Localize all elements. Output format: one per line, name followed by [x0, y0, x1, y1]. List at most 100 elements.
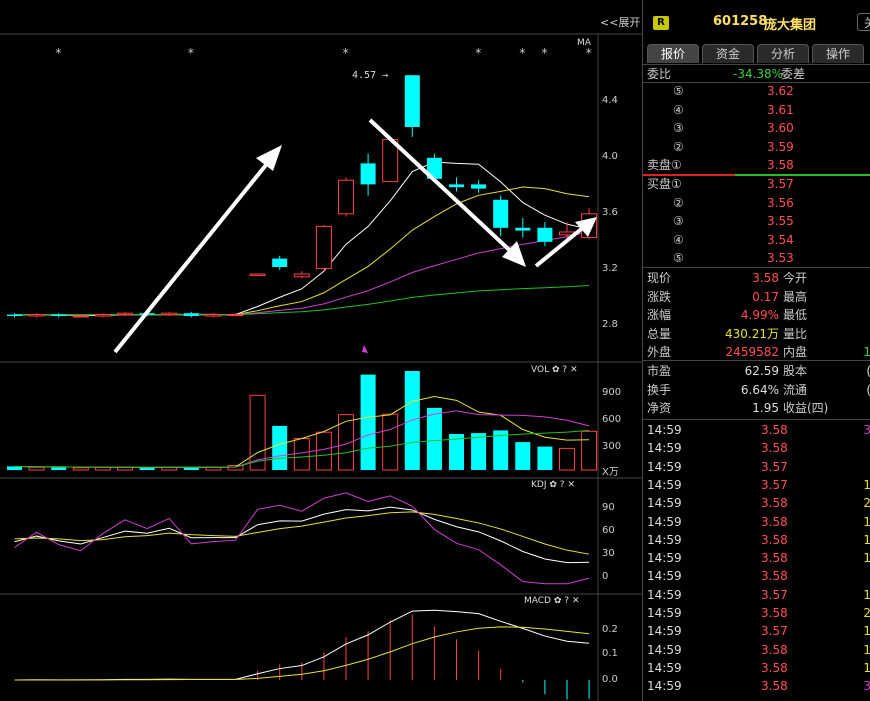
- gear-icon[interactable]: ✿: [554, 596, 562, 606]
- bid-level-label: ④: [673, 232, 684, 247]
- tick-time: 14:59: [647, 660, 682, 675]
- quote-label: 现价: [647, 271, 672, 285]
- tick-row: 14:59 3.58 2: [643, 494, 870, 512]
- close-panel-button[interactable]: 关: [857, 13, 870, 31]
- close-icon[interactable]: ✕: [567, 480, 575, 490]
- tick-time: 14:59: [647, 587, 682, 602]
- bid-row: ④ 3.54: [643, 231, 870, 249]
- tab-analysis[interactable]: 分析: [757, 44, 809, 63]
- tick-price: 3.58: [761, 606, 788, 620]
- fund-value: 62.59: [744, 364, 779, 378]
- fundamental-row: 净资 1.95 收益(四): [643, 399, 870, 417]
- volume-bar: [537, 446, 553, 470]
- gear-icon[interactable]: ✿: [549, 480, 557, 490]
- candle-body: [471, 184, 487, 189]
- candle-body: [537, 227, 553, 242]
- fund-label2: 流通: [783, 382, 808, 397]
- chart-area[interactable]: <<展开 * * * * * * * MA 4.57 → 4.4 4.0 3.6 3.2 2…: [0, 0, 642, 701]
- quote-label2: 量比: [783, 326, 808, 341]
- fund-label2: 股本: [783, 364, 808, 378]
- candle-body: [293, 273, 310, 278]
- ask-row: ③ 3.60: [643, 119, 870, 137]
- fundamental-row: 换手 6.64% 流通 (: [643, 381, 870, 399]
- tab-quote[interactable]: 报价: [647, 44, 699, 63]
- star-marker: *: [342, 46, 349, 60]
- ask-row: ⑤ 3.62: [643, 82, 870, 100]
- tick-row: 14:59 3.58: [643, 567, 870, 585]
- candle-body: [272, 258, 288, 267]
- tick-volume: 1: [863, 514, 870, 529]
- tab-operate[interactable]: 操作: [812, 44, 864, 63]
- candle-body: [94, 314, 111, 317]
- vol-unit-label: X万: [602, 467, 619, 478]
- ask-level-label: ⑤: [673, 84, 684, 98]
- volume-bar: [404, 371, 420, 470]
- bid-price: 3.54: [767, 232, 794, 247]
- tick-row: 14:59 3.58 3: [643, 421, 870, 439]
- order-ratio-label: 委比: [647, 67, 672, 81]
- candle-body: [117, 312, 133, 316]
- volume-bar: [559, 447, 575, 471]
- tick-time: 14:59: [647, 441, 682, 456]
- candle-body: [28, 314, 45, 317]
- tick-price: 3.58: [761, 642, 788, 657]
- quote-panel: R 601258 庞大集团 关 报价 资金 分析 操作 委比 -34.38% 委…: [642, 0, 870, 701]
- star-marker: *: [585, 46, 592, 60]
- tick-time: 14:59: [647, 569, 682, 584]
- bid-level-label: ⑤: [673, 251, 684, 265]
- help-icon[interactable]: ?: [564, 596, 569, 606]
- candle-body: [51, 314, 67, 316]
- quote-row: 外盘 2459582 内盘 1: [643, 343, 870, 361]
- fund-value: 6.64%: [740, 382, 779, 397]
- close-icon[interactable]: ✕: [570, 365, 578, 375]
- quote-row: 涨跌 0.17 最高: [643, 288, 870, 306]
- candle-body: [360, 163, 376, 185]
- tick-row: 14:59 3.57 1: [643, 476, 870, 494]
- gear-icon[interactable]: ✿: [552, 365, 560, 375]
- candle-body: [183, 313, 199, 316]
- quote-label2: 内盘: [783, 345, 808, 359]
- volume-bar: [426, 407, 442, 470]
- tick-price: 3.58: [761, 441, 788, 456]
- volume-bar: [471, 433, 487, 470]
- r-badge[interactable]: R: [653, 16, 669, 30]
- fund-value2: (: [866, 381, 870, 399]
- tick-price: 3.57: [761, 459, 788, 474]
- close-icon[interactable]: ✕: [572, 596, 580, 606]
- fund-label: 净资: [647, 401, 672, 415]
- volume-bar: [581, 430, 598, 471]
- vol-axis-tick: 600: [602, 414, 622, 425]
- fund-label2: 收益(四): [783, 401, 829, 415]
- tick-volume: 2: [863, 606, 870, 620]
- macd-axis-tick: 0.0: [602, 674, 618, 685]
- order-ratio-value: -34.38%: [733, 67, 784, 81]
- quote-value: 430.21万: [725, 326, 779, 341]
- volume-bar: [272, 425, 288, 470]
- ask-level-label: 卖盘①: [647, 158, 682, 172]
- tick-price: 3.58: [761, 496, 788, 511]
- help-icon[interactable]: ?: [560, 480, 565, 490]
- price-axis-tick: 3.2: [602, 263, 618, 274]
- help-icon[interactable]: ?: [562, 365, 567, 375]
- quote-label: 涨幅: [647, 308, 672, 322]
- tick-volume: 3: [863, 679, 870, 694]
- kdj-axis-tick: 30: [602, 548, 615, 559]
- quote-row: 现价 3.58 今开: [643, 269, 870, 287]
- vol-axis-tick: 300: [602, 441, 622, 452]
- candle-body: [227, 314, 244, 317]
- tick-row: 14:59 3.58 1: [643, 531, 870, 549]
- tick-time: 14:59: [647, 532, 682, 547]
- bid-price: 3.56: [767, 195, 794, 210]
- volume-bar: [72, 467, 89, 471]
- quote-value: 0.17: [752, 289, 779, 304]
- tick-row: 14:59 3.58: [643, 439, 870, 457]
- tab-funds[interactable]: 资金: [702, 44, 754, 63]
- tick-price: 3.57: [761, 587, 788, 602]
- bid-price: 3.53: [767, 251, 794, 265]
- tick-price: 3.58: [761, 423, 788, 437]
- quote-value: 3.58: [752, 271, 779, 285]
- quote-value: 4.99%: [740, 308, 779, 322]
- ask-price: 3.59: [767, 139, 794, 154]
- kdj-panel-title: KDJ ✿ ? ✕: [531, 480, 575, 490]
- bid-price: 3.57: [767, 177, 794, 191]
